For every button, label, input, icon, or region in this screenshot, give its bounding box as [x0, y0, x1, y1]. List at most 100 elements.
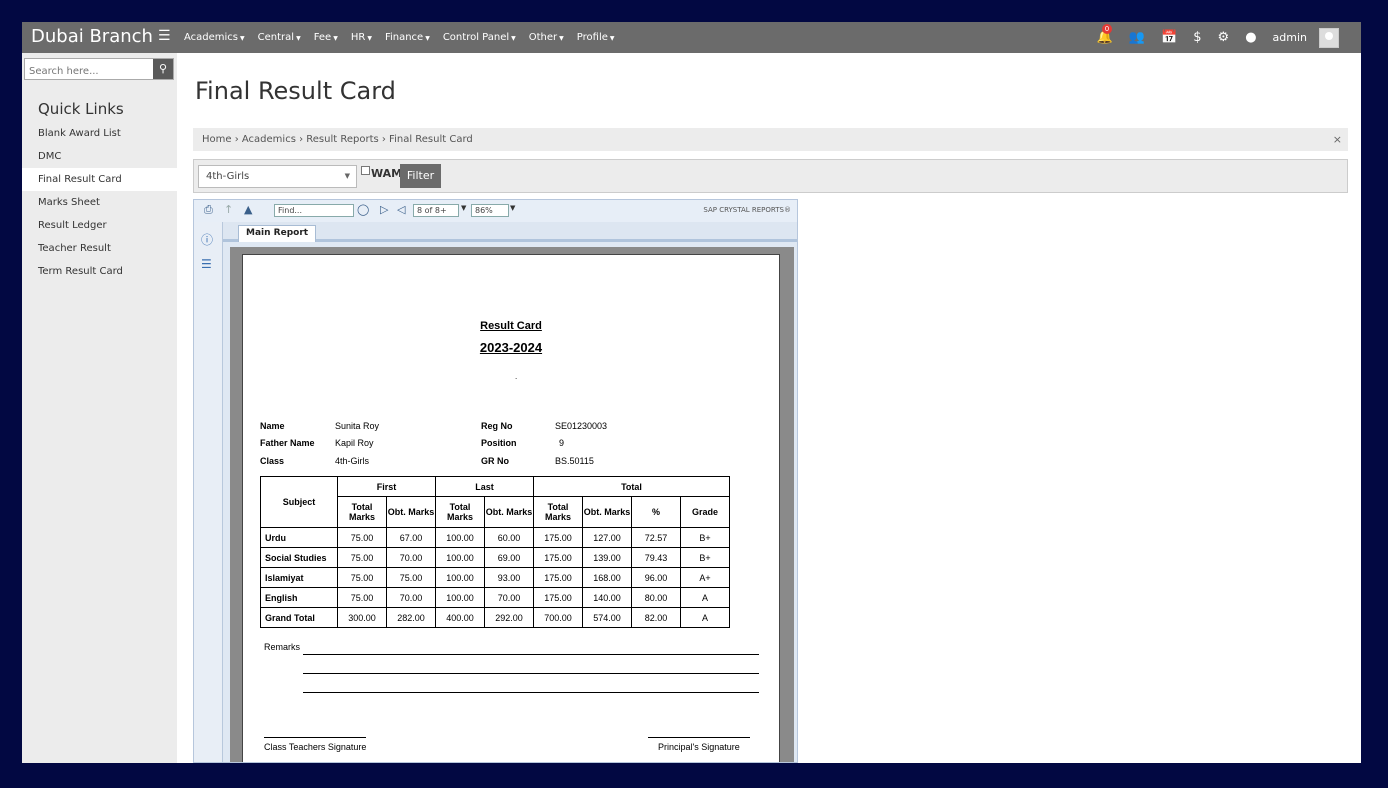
app-window: Dubai Branch ☰ Academics ▼ Central ▼ Fee ▼ …	[22, 22, 1361, 763]
table-cell: 140.00	[582, 587, 632, 608]
class-select-value: 4th-Girls	[206, 171, 250, 182]
binoculars-icon[interactable]: ◯	[357, 203, 369, 216]
close-icon[interactable]: ×	[1333, 128, 1342, 151]
prev-page-icon[interactable]: ◁	[397, 203, 405, 216]
signature-line	[648, 737, 750, 738]
nav-control-panel[interactable]: Control Panel ▼	[443, 32, 516, 43]
help-icon[interactable]: ⓘ	[201, 231, 213, 248]
top-navbar: Dubai Branch ☰ Academics ▼ Central ▼ Fee ▼ …	[22, 22, 1361, 53]
table-cell: 75.00	[337, 527, 387, 548]
nav-label: Finance	[384, 32, 424, 43]
caret-down-icon: ▼	[240, 35, 245, 42]
quick-link-result-ledger[interactable]: Result Ledger	[22, 214, 177, 237]
export-icon[interactable]: ▲	[244, 203, 252, 216]
table-cell: 70.00	[484, 587, 534, 608]
quick-links-title: Quick Links	[38, 100, 124, 118]
table-cell: A	[680, 587, 730, 608]
grade-header: Grade	[680, 496, 730, 528]
reg-no: SE01230003	[555, 421, 608, 431]
last-header: Last	[435, 476, 534, 497]
father-name: Kapil Roy	[335, 438, 374, 448]
chevron-down-icon[interactable]: ▼	[461, 204, 466, 212]
table-cell: B+	[680, 527, 730, 548]
page-navigator[interactable]: 8 of 8+	[413, 204, 459, 217]
brand-title[interactable]: Dubai Branch	[31, 26, 153, 47]
filter-button[interactable]: Filter	[400, 164, 441, 188]
table-cell: 82.00	[631, 607, 681, 628]
sidebar: ⚲ Quick Links Blank Award List DMC Final…	[22, 53, 177, 763]
users-icon[interactable]: 👥	[1129, 30, 1145, 45]
name-label: Name	[260, 421, 285, 431]
class-select[interactable]: 4th-Girls ▼	[198, 165, 357, 188]
remarks-line	[303, 654, 759, 655]
table-cell: 100.00	[435, 547, 485, 568]
table-cell: 282.00	[386, 607, 436, 628]
calendar-icon[interactable]: 📅	[1161, 30, 1177, 45]
remarks-line	[303, 692, 759, 693]
sum-obt-marks-header: Obt. Marks	[582, 496, 632, 528]
nav-hr[interactable]: HR ▼	[351, 32, 372, 43]
gr-no-label: GR No	[481, 456, 509, 466]
caret-down-icon: ▼	[296, 35, 301, 42]
signature-line	[264, 737, 366, 738]
nav-label: Central	[257, 32, 295, 43]
gear-icon[interactable]: ⚙	[1218, 30, 1230, 45]
tab-main-report[interactable]: Main Report	[238, 225, 317, 242]
checkbox-box[interactable]	[361, 166, 370, 175]
table-cell: A	[680, 607, 730, 628]
percent-header: %	[631, 496, 681, 528]
menu-icon[interactable]: ☰	[158, 28, 171, 44]
table-cell: 70.00	[386, 587, 436, 608]
search-input[interactable]	[25, 61, 151, 82]
find-input[interactable]: Find...	[274, 204, 354, 217]
caret-down-icon: ▼	[425, 35, 430, 42]
dollar-icon[interactable]: $	[1193, 30, 1201, 45]
next-page-icon[interactable]: ▷	[380, 203, 388, 216]
upload-icon[interactable]: ↑	[224, 203, 233, 216]
nav-finance[interactable]: Finance ▼	[385, 32, 430, 43]
nav-label: Academics	[184, 32, 239, 43]
quick-link-term-result-card[interactable]: Term Result Card	[22, 260, 177, 283]
table-cell: 100.00	[435, 527, 485, 548]
table-cell: 300.00	[337, 607, 387, 628]
sidebar-search: ⚲	[24, 58, 174, 82]
father-name-label: Father Name	[260, 438, 315, 448]
class-value: 4th-Girls	[335, 456, 370, 466]
quick-link-dmc[interactable]: DMC	[22, 145, 177, 168]
drop-icon[interactable]: ●	[1245, 30, 1256, 45]
table-cell: 75.00	[386, 567, 436, 588]
breadcrumb-text[interactable]: Home › Academics › Result Reports › Fina…	[202, 134, 473, 145]
table-cell: 100.00	[435, 587, 485, 608]
zoom-select[interactable]: 86%	[471, 204, 509, 217]
nav-profile[interactable]: Profile ▼	[577, 32, 615, 43]
user-name[interactable]: admin	[1273, 31, 1307, 44]
avatar[interactable]	[1319, 27, 1339, 48]
search-icon[interactable]: ⚲	[153, 59, 173, 79]
quick-link-blank-award-list[interactable]: Blank Award List	[22, 122, 177, 145]
quick-link-final-result-card[interactable]: Final Result Card	[22, 168, 177, 191]
table-cell: 80.00	[631, 587, 681, 608]
viewer-tabs: Main Report	[223, 222, 797, 242]
quick-link-marks-sheet[interactable]: Marks Sheet	[22, 191, 177, 214]
caret-down-icon: ▼	[333, 35, 338, 42]
quick-link-teacher-result[interactable]: Teacher Result	[22, 237, 177, 260]
nav-central[interactable]: Central ▼	[258, 32, 301, 43]
table-cell: 93.00	[484, 567, 534, 588]
nav-fee[interactable]: Fee ▼	[314, 32, 338, 43]
chevron-down-icon[interactable]: ▼	[510, 204, 515, 212]
group-tree-icon[interactable]: ☰	[201, 257, 212, 271]
table-row: English 75.00 70.00 100.00 70.00 175.00 …	[260, 587, 730, 608]
reg-no-label: Reg No	[481, 421, 513, 431]
print-icon[interactable]: ⎙	[204, 203, 213, 217]
notification-badge: 0	[1101, 24, 1113, 34]
table-cell: 127.00	[582, 527, 632, 548]
wam-checkbox[interactable]: WAM	[361, 166, 402, 180]
table-cell: 67.00	[386, 527, 436, 548]
nav-academics[interactable]: Academics ▼	[184, 32, 245, 43]
breadcrumb: Home › Academics › Result Reports › Fina…	[193, 128, 1348, 151]
table-cell: A+	[680, 567, 730, 588]
table-cell: 175.00	[533, 567, 583, 588]
bell-icon[interactable]: 🔔 0	[1097, 24, 1113, 45]
nav-other[interactable]: Other ▼	[529, 32, 564, 43]
remarks-line	[303, 673, 759, 674]
